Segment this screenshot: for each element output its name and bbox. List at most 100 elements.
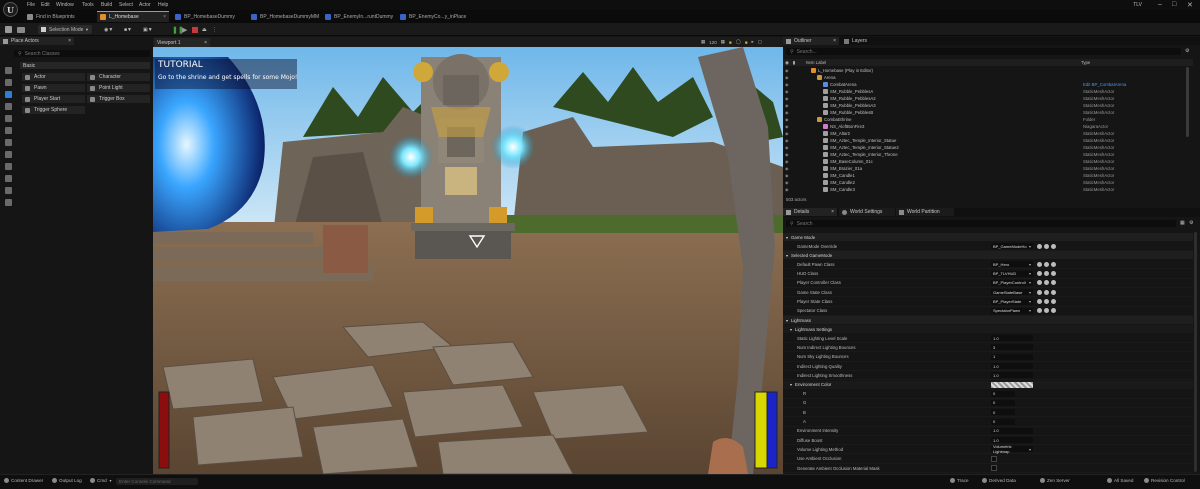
- add-icon[interactable]: [1051, 299, 1056, 304]
- more-options-icon[interactable]: ⋮: [212, 25, 217, 34]
- use-selected-icon[interactable]: [1044, 271, 1049, 277]
- property-number-input[interactable]: 1.0: [991, 363, 1033, 369]
- tab-world-settings[interactable]: World Settings: [839, 208, 895, 216]
- visibility-icon[interactable]: ◉: [785, 180, 789, 185]
- geometry-icon[interactable]: [5, 151, 12, 158]
- actor-item-actor[interactable]: Actor: [22, 73, 85, 81]
- tab-bp-homebasedummy[interactable]: BP_HomebaseDummy: [172, 11, 252, 22]
- outliner-row[interactable]: ◉ SM_Candle2 StaticMeshActor: [783, 179, 1200, 186]
- outliner-row[interactable]: ◉ SM_Rubble_PebblesA2 StaticMeshActor: [783, 95, 1200, 102]
- close-tab-icon[interactable]: ×: [831, 209, 834, 215]
- outliner-row[interactable]: ◉ L_Homebase (Play in Editor): [783, 67, 1200, 74]
- tab-details[interactable]: Details ×: [783, 208, 837, 216]
- menu-build[interactable]: Build: [101, 2, 112, 8]
- filter-icon[interactable]: ⚙: [1185, 48, 1189, 54]
- actor-item-character[interactable]: Character: [87, 73, 150, 81]
- property-number-input[interactable]: 1.0: [991, 335, 1033, 342]
- property-number-input[interactable]: 0: [991, 418, 1015, 425]
- visibility-icon[interactable]: ◉: [785, 103, 789, 108]
- browse-icon[interactable]: [1037, 261, 1042, 267]
- outliner-row[interactable]: ◉ SM_Candle1 StaticMeshActor: [783, 172, 1200, 179]
- selection-mode-dropdown[interactable]: Selection Mode ▼: [38, 25, 92, 34]
- property-dropdown[interactable]: BP_PlayerControll ▾: [991, 279, 1033, 286]
- actor-item-pawn[interactable]: Pawn: [22, 84, 85, 92]
- trace-button[interactable]: Trace: [950, 478, 969, 483]
- visibility-icon[interactable]: ◉: [785, 82, 789, 87]
- outliner-row[interactable]: ◉ SM_Aztec_Temple_Interior_Throne StaticMe…: [783, 151, 1200, 158]
- property-dropdown[interactable]: BP_GameModeHo ▾: [991, 243, 1033, 249]
- details-section-header[interactable]: ▾ Environment Color: [783, 380, 1193, 389]
- menu-help[interactable]: Help: [158, 2, 168, 8]
- outliner-scrollbar[interactable]: [1186, 67, 1189, 137]
- outliner-row[interactable]: ◉ CombatShrine Folder: [783, 116, 1200, 123]
- eject-icon[interactable]: ⏏: [202, 25, 207, 34]
- outliner-row[interactable]: ◉ SM_Aztec_Temple_Interior_Statue StaticMe…: [783, 137, 1200, 144]
- property-dropdown[interactable]: GameStateBase ▾: [991, 289, 1033, 296]
- use-selected-icon[interactable]: [1044, 289, 1049, 295]
- visibility-icon[interactable]: ◉: [785, 110, 789, 115]
- col-type[interactable]: Type: [1081, 60, 1090, 65]
- actor-item-player-start[interactable]: Player Start: [22, 95, 85, 103]
- search-classes-input[interactable]: ⚲ Search Classes: [14, 50, 150, 57]
- details-section-header[interactable]: ▾ Lightmass Settings: [783, 325, 1193, 334]
- outliner-row-type[interactable]: Edit BP_CombatArena: [1083, 82, 1126, 87]
- console-command-input[interactable]: Enter Console Command: [116, 478, 198, 485]
- output-log-button[interactable]: Output Log: [52, 478, 82, 483]
- details-section-header[interactable]: ▾ Lightmass: [783, 316, 1193, 325]
- minimize-icon[interactable]: –: [1158, 1, 1162, 8]
- outliner-row[interactable]: ◉ NS_AloftBonFire3 NiagaraActor: [783, 123, 1200, 130]
- actor-item-trigger-sphere[interactable]: Trigger Sphere: [22, 106, 85, 114]
- star-icon[interactable]: [5, 79, 12, 86]
- content-browser-icon[interactable]: [17, 25, 25, 34]
- all-classes-icon[interactable]: [5, 175, 12, 182]
- property-dropdown[interactable]: BP_PlayerState ▾: [991, 298, 1033, 305]
- outliner-row[interactable]: ◉ SM_Rubble_PebblesA3 StaticMeshActor: [783, 102, 1200, 109]
- step-frame-icon[interactable]: ▶: [182, 25, 187, 34]
- property-number-input[interactable]: 1.0: [991, 437, 1033, 444]
- use-selected-icon[interactable]: [1044, 280, 1049, 286]
- browse-icon[interactable]: [1037, 243, 1042, 249]
- outliner-row[interactable]: ◉ SM_Aztec_Temple_Interior_Statue2 StaticM…: [783, 144, 1200, 151]
- details-scrollbar[interactable]: [1194, 232, 1197, 472]
- property-dropdown[interactable]: SpectatorPawn ▾: [991, 307, 1033, 314]
- property-matrix-icon[interactable]: ▦: [1180, 220, 1185, 226]
- add-icon[interactable]: [1051, 243, 1056, 249]
- property-number-input[interactable]: 1: [991, 353, 1033, 360]
- settings-icon[interactable]: [5, 199, 12, 206]
- menu-select[interactable]: Select: [119, 2, 133, 8]
- property-number-input[interactable]: 0: [991, 390, 1015, 397]
- settings-icon[interactable]: ⚙: [1189, 220, 1193, 226]
- add-icon[interactable]: [1051, 280, 1056, 286]
- details-search-input[interactable]: ⚲ Search: [786, 220, 1176, 227]
- menu-file[interactable]: File: [27, 2, 35, 8]
- outliner-row[interactable]: ◉ SM_Rubble_PebblesB StaticMeshActor: [783, 109, 1200, 116]
- visibility-icon[interactable]: ◉: [785, 159, 789, 164]
- col-item-label[interactable]: Item Label: [806, 60, 826, 65]
- add-icon[interactable]: [1051, 271, 1056, 277]
- property-number-input[interactable]: 0: [991, 399, 1015, 406]
- browse-icon[interactable]: [1037, 271, 1042, 277]
- maximize-icon[interactable]: □: [1172, 1, 1176, 8]
- visibility-icon[interactable]: ◉: [785, 124, 789, 129]
- plugins-icon[interactable]: [5, 187, 12, 194]
- visibility-icon[interactable]: ◉: [785, 96, 789, 101]
- zen-server-button[interactable]: Zen Server: [1040, 478, 1070, 483]
- visibility-icon[interactable]: ◉: [785, 68, 789, 73]
- tab-world-partition[interactable]: World Partition: [896, 208, 954, 216]
- derived-data-button[interactable]: Derived Data: [982, 478, 1016, 483]
- add-actor-icon[interactable]: ◉▼: [104, 25, 113, 34]
- actor-item-trigger-box[interactable]: Trigger Box: [87, 95, 150, 103]
- tab-bp-enemyco[interactable]: BP_EnemyCo...y_inPlace: [397, 11, 477, 22]
- revision-control-button[interactable]: Revision Control: [1144, 478, 1185, 483]
- add-icon[interactable]: [1051, 289, 1056, 295]
- browse-icon[interactable]: [1037, 308, 1042, 314]
- tab-bp-enemyin[interactable]: BP_EnemyIn...runtDummy: [322, 11, 402, 22]
- visibility-icon[interactable]: ◉: [785, 131, 789, 136]
- property-number-input[interactable]: 3: [991, 344, 1033, 351]
- volumes-icon[interactable]: [5, 163, 12, 170]
- outliner-row[interactable]: ◉ SM_BaseColumn_01c StaticMeshActor: [783, 158, 1200, 165]
- visibility-icon[interactable]: ◉: [785, 173, 789, 178]
- all-saved-status[interactable]: All Saved: [1107, 478, 1133, 483]
- menu-window[interactable]: Window: [56, 2, 74, 8]
- visibility-icon[interactable]: ◉: [785, 117, 789, 122]
